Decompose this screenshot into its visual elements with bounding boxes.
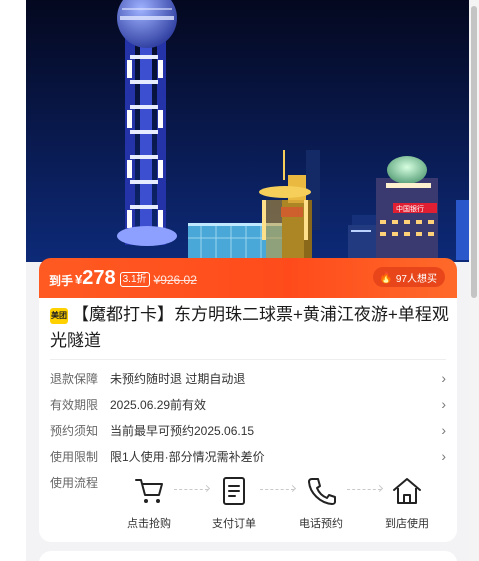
info-key: 预约须知 (50, 423, 99, 438)
info-key: 使用限制 (50, 449, 99, 464)
bank-sign: 中国银行 (396, 204, 424, 213)
step-visit: 到店使用 (372, 476, 442, 531)
info-row-refund[interactable]: 退款保障 未预约随时退 过期自动退 › (50, 368, 446, 388)
step-label: 支付订单 (212, 518, 256, 530)
step-call: 电话预约 (286, 476, 356, 531)
product-card: 美团 【魔都打卡】东方明珠二球票+黄浦江夜游+单程观光隧道 退款保障 未预约随时退… (39, 298, 457, 542)
discount-badge: 3.1折 (119, 272, 150, 287)
home-icon (393, 478, 421, 504)
info-key: 有效期限 (50, 397, 99, 412)
flame-icon: 🔥 (379, 271, 393, 284)
step-label: 到店使用 (385, 518, 429, 530)
info-value: 2025.06.29前有效 (110, 397, 207, 412)
chevron-right-icon: › (441, 448, 446, 464)
next-section-card (39, 551, 457, 561)
wish-count-badge: 🔥 97人想买 (373, 267, 445, 287)
wish-count: 97人想买 (395, 273, 437, 285)
step-label: 点击抢购 (127, 518, 171, 530)
info-row-booking[interactable]: 预约须知 当前最早可预约2025.06.15 › (50, 420, 446, 440)
step-pay: 支付订单 (199, 476, 269, 531)
app-screen: 中国银行 到手 ¥ 278 3.1折 ¥926.02 🔥 97人想买 美团 【魔都… (26, 0, 469, 561)
price-label: 到手 (49, 273, 74, 288)
chevron-right-icon: › (441, 422, 446, 438)
divider (50, 359, 446, 360)
scrollbar[interactable] (469, 0, 479, 561)
product-title: 【魔都打卡】东方明珠二球票+黄浦江夜游+单程观光隧道 (50, 305, 449, 350)
info-row-limits[interactable]: 使用限制 限1人使用·部分情况需补差价 › (50, 446, 446, 466)
chevron-right-icon: › (441, 396, 446, 412)
hero-image[interactable]: 中国银行 (26, 0, 469, 262)
info-key: 退款保障 (50, 371, 99, 386)
info-value: 限1人使用·部分情况需补差价 (110, 449, 265, 464)
phone-icon (308, 478, 336, 505)
flow-label: 使用流程 (50, 476, 99, 490)
price-bar: 到手 ¥ 278 3.1折 ¥926.02 🔥 97人想买 (39, 258, 457, 298)
order-icon (223, 477, 245, 505)
step-label: 电话预约 (299, 518, 343, 530)
info-value: 当前最早可预约2025.06.15 (110, 423, 255, 438)
info-value: 未预约随时退 过期自动退 (110, 371, 246, 386)
chevron-right-icon: › (441, 370, 446, 386)
info-row-validity[interactable]: 有效期限 2025.06.29前有效 › (50, 394, 446, 414)
scrollbar-thumb[interactable] (471, 6, 477, 298)
price-amount: 278 (82, 266, 116, 289)
step-buy: 点击抢购 (114, 476, 184, 531)
cart-icon (135, 479, 163, 503)
meituan-badge: 美团 (50, 308, 68, 324)
original-price: ¥926.02 (153, 272, 197, 287)
currency-symbol: ¥ (75, 272, 83, 287)
product-title-row: 美团 【魔都打卡】东方明珠二球票+黄浦江夜游+单程观光隧道 (50, 302, 450, 354)
